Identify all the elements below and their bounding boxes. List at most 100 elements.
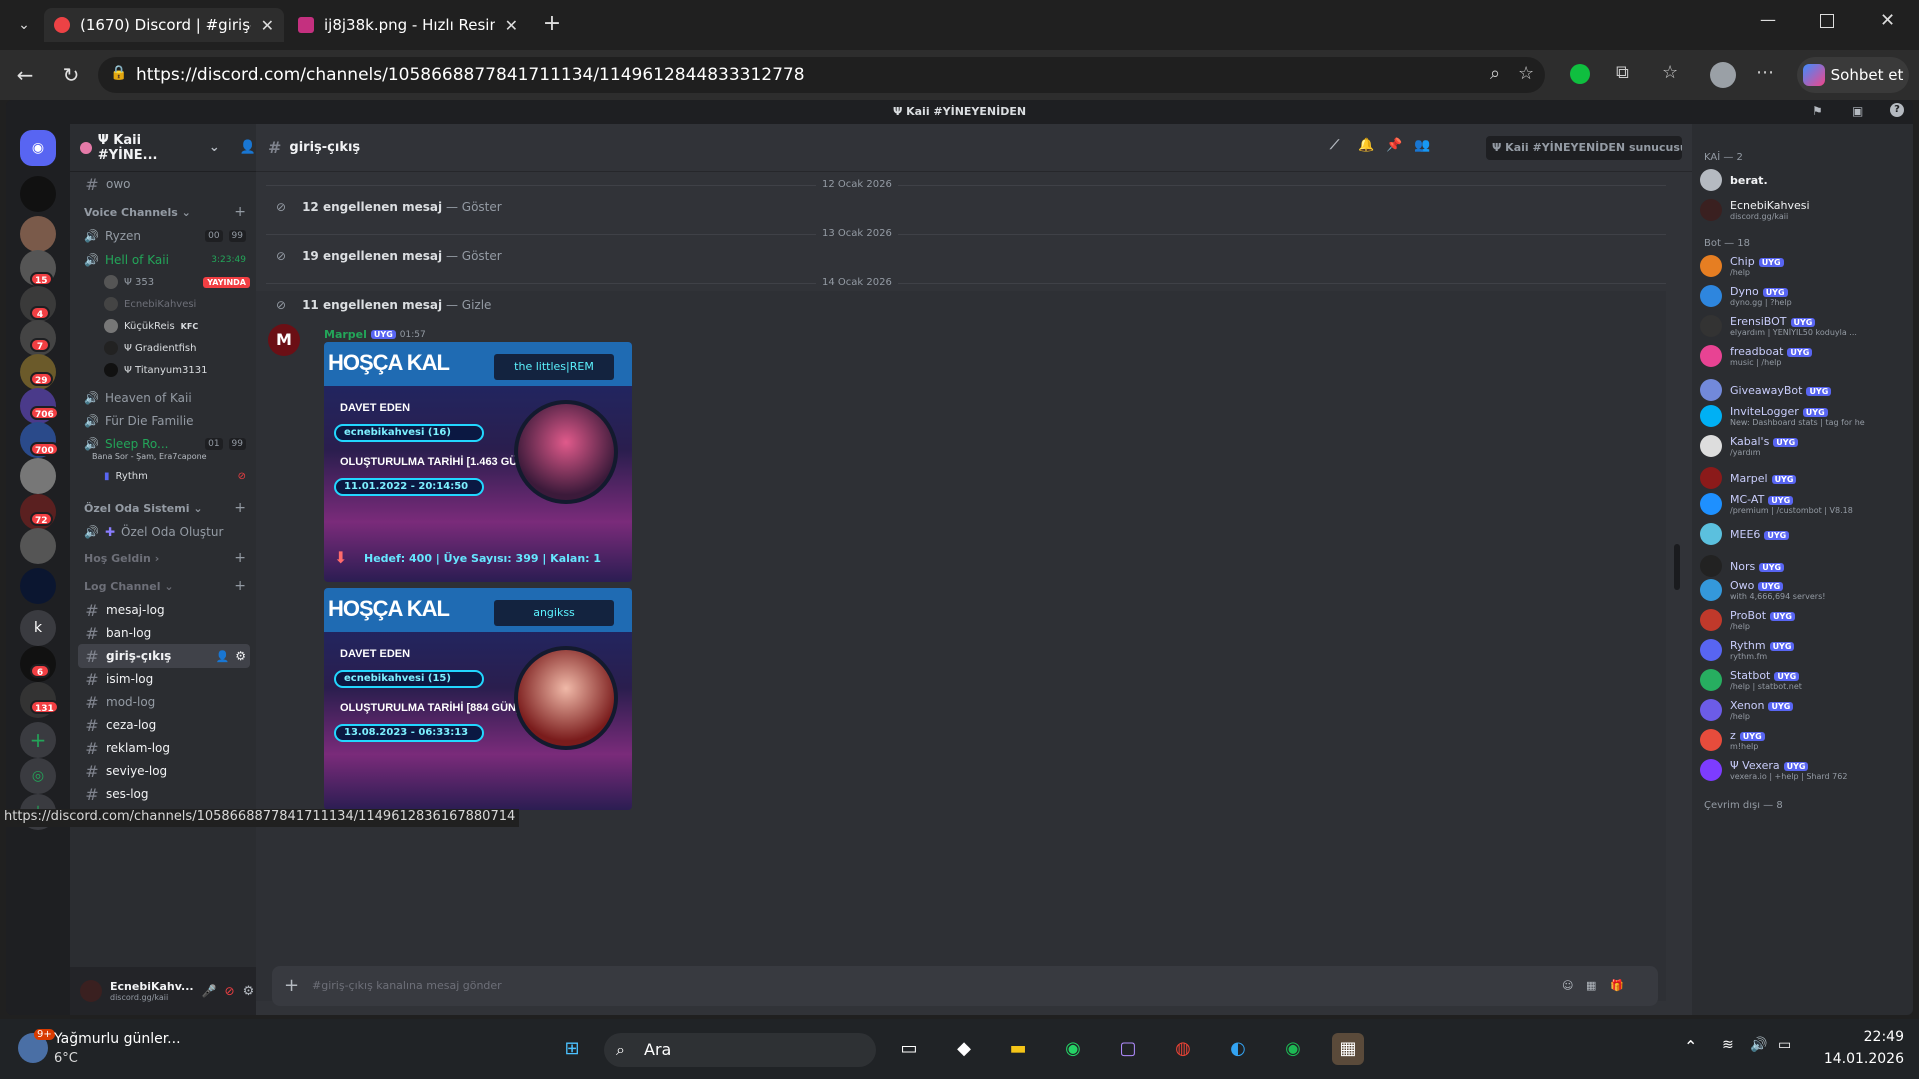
- channel-seviye-log[interactable]: # seviye-log: [78, 759, 250, 783]
- copilot-chat-button[interactable]: Sohbet et: [1797, 57, 1909, 93]
- voice-channel-heaven-of-kaii[interactable]: 🔊 Heaven of Kaii: [78, 386, 250, 410]
- category-voice-channels[interactable]: Voice Channels ⌄: [84, 206, 191, 219]
- channel-giris-cikis[interactable]: # giriş-çıkış 👤 ⚙: [78, 644, 250, 668]
- voice-channel-hell-of-kaii[interactable]: 🔊 Hell of Kaii 3:23:49: [78, 248, 250, 272]
- help-icon[interactable]: ?: [1890, 103, 1904, 117]
- zoom-icon[interactable]: ⌕: [1490, 63, 1500, 84]
- spotify-icon[interactable]: ◉: [1277, 1033, 1309, 1065]
- goodbye-card-image[interactable]: HOŞÇA KAL angikss DAVET EDEN ecnebikahve…: [324, 588, 632, 810]
- file-explorer-icon[interactable]: ▬: [1002, 1033, 1034, 1065]
- tab-image[interactable]: ij8j38k.png - Hızlı Resim ✕: [288, 8, 528, 42]
- channel-ceza-log[interactable]: # ceza-log: [78, 713, 250, 737]
- chrome-icon[interactable]: ◍: [1167, 1033, 1199, 1065]
- minecraft-icon[interactable]: ▦: [1332, 1033, 1364, 1065]
- gift-icon[interactable]: 🎁: [1610, 966, 1624, 1006]
- voice-user[interactable]: Ψ 353 YAYINDA: [78, 270, 250, 294]
- member-item[interactable]: z UYG m!help: [1700, 726, 1905, 754]
- more-menu-icon[interactable]: ⋯: [1756, 62, 1774, 83]
- scrollbar-thumb[interactable]: [1674, 544, 1680, 590]
- whatsapp-icon[interactable]: ◉: [1057, 1033, 1089, 1065]
- user-info[interactable]: EcnebiKahv... discord.gg/kaii: [110, 980, 194, 1002]
- mic-muted-icon[interactable]: 🎤: [202, 984, 217, 998]
- emoji-icon[interactable]: ☺: [1562, 966, 1573, 1006]
- pin-icon[interactable]: 📌: [1386, 138, 1402, 153]
- member-item[interactable]: Chip UYG/help: [1700, 252, 1905, 280]
- copilot-app-icon[interactable]: ◆: [948, 1033, 980, 1065]
- member-item[interactable]: ProBot UYG/help: [1700, 606, 1905, 634]
- member-item[interactable]: Statbot UYG/help | statbot.net: [1700, 666, 1905, 694]
- battery-icon[interactable]: ▭: [1778, 1037, 1791, 1053]
- add-member-icon[interactable]: 👤: [240, 140, 256, 155]
- server-name-header[interactable]: Ψ Kaii #YİNE... ⌄ 👤: [70, 124, 256, 172]
- member-item[interactable]: Kabal's UYG/yardım: [1700, 432, 1905, 460]
- member-item[interactable]: Rythm UYG rythm.fm: [1700, 636, 1905, 664]
- member-list-icon[interactable]: 👥: [1414, 138, 1430, 153]
- member-item[interactable]: Marpel UYG: [1700, 464, 1905, 492]
- headphones-deafened-icon[interactable]: ⊘: [225, 984, 235, 998]
- voice-user[interactable]: EcnebiKahvesi: [78, 292, 250, 316]
- add-channel-plus-icon[interactable]: +: [234, 550, 246, 566]
- member-item[interactable]: freadboat UYG music | /help: [1700, 342, 1905, 370]
- member-item[interactable]: MC-AT UYG/premium | /custombot | V8.18: [1700, 490, 1905, 518]
- edge-icon[interactable]: ◐: [1222, 1033, 1254, 1065]
- add-channel-plus-icon[interactable]: +: [234, 500, 246, 516]
- server-icon[interactable]: [20, 568, 56, 604]
- close-icon[interactable]: ✕: [505, 16, 518, 35]
- profile-avatar[interactable]: [1710, 62, 1736, 88]
- url-input[interactable]: 🔒 https://discord.com/channels/105866887…: [98, 57, 1545, 93]
- threads-icon[interactable]: ⟋: [1330, 138, 1339, 153]
- clock-date[interactable]: 14.01.2026: [1822, 1051, 1904, 1067]
- favorites-icon[interactable]: ☆: [1662, 62, 1678, 83]
- tray-chevron-icon[interactable]: ⌃: [1684, 1037, 1697, 1056]
- new-tab-plus-icon[interactable]: +: [538, 10, 566, 38]
- back-arrow-icon[interactable]: ←: [12, 62, 38, 88]
- member-item[interactable]: EcnebiKahvesi discord.gg/kaii: [1700, 196, 1905, 224]
- member-item[interactable]: ErensiBOT UYG elyardım | YENİYIL50 koduyla…: [1700, 312, 1905, 340]
- server-icon[interactable]: [20, 458, 56, 494]
- voice-user[interactable]: Ψ Titanyum3131: [78, 358, 250, 382]
- gear-icon[interactable]: ⚙: [235, 649, 246, 663]
- voice-user[interactable]: Ψ Gradientfish: [78, 336, 250, 360]
- maximize-icon[interactable]: [1820, 14, 1834, 28]
- sticker-icon[interactable]: ▦: [1586, 966, 1596, 1006]
- add-channel-plus-icon[interactable]: +: [234, 578, 246, 594]
- voice-user[interactable]: ▮ Rythm ⊘: [78, 464, 250, 488]
- channel-owo[interactable]: # owo: [78, 172, 250, 196]
- discord-home-icon[interactable]: ◉: [20, 130, 56, 166]
- voice-channel-fur-die-familie[interactable]: 🔊 Für Die Familie: [78, 409, 250, 433]
- add-server-plus-icon[interactable]: +: [20, 722, 56, 758]
- member-item[interactable]: Ψ Vexera UYG vexera.io | +help | Shard 762: [1700, 756, 1905, 784]
- search-input[interactable]: Ψ Kaii #YİNEYENİDEN sunucusu...: [1486, 136, 1682, 160]
- explore-compass-icon[interactable]: ◎: [20, 758, 56, 794]
- member-item[interactable]: berat.: [1700, 166, 1905, 194]
- voice-user[interactable]: KüçükReis KFC: [78, 314, 250, 338]
- task-view-icon[interactable]: ▭: [893, 1033, 925, 1065]
- category-hos-geldin[interactable]: Hoş Geldin ›: [84, 552, 159, 565]
- channel-reklam-log[interactable]: # reklam-log: [78, 736, 250, 760]
- server-icon[interactable]: [20, 176, 56, 212]
- tab-list-chevron-icon[interactable]: ⌄: [10, 12, 38, 38]
- member-item[interactable]: Dyno UYG dyno.gg | ?help: [1700, 282, 1905, 310]
- show-blocked-link[interactable]: Göster: [462, 249, 502, 263]
- app-icon[interactable]: ▢: [1112, 1033, 1144, 1065]
- weather-title[interactable]: Yağmurlu günler...: [54, 1031, 181, 1047]
- attach-plus-icon[interactable]: +: [284, 966, 299, 1006]
- wifi-icon[interactable]: ≋: [1722, 1037, 1734, 1053]
- voice-channel-ozel-oda[interactable]: 🔊 ✚ Özel Oda Oluştur: [78, 520, 250, 544]
- voice-channel-ryzen[interactable]: 🔊 Ryzen 00 99: [78, 224, 250, 248]
- inbox-icon[interactable]: ▣: [1852, 104, 1863, 118]
- invite-icon[interactable]: 👤: [216, 650, 230, 663]
- window-close-icon[interactable]: ✕: [1880, 10, 1895, 31]
- minimize-icon[interactable]: —: [1760, 10, 1776, 29]
- show-blocked-link[interactable]: Göster: [462, 200, 502, 214]
- member-item[interactable]: InviteLogger UYG New: Dashboard stats | ta…: [1700, 402, 1905, 430]
- extension-icon[interactable]: [1570, 64, 1590, 84]
- volume-icon[interactable]: 🔊: [1750, 1037, 1767, 1053]
- windows-start-icon[interactable]: ⊞: [556, 1033, 588, 1065]
- member-item[interactable]: Owo UYG with 4,666,694 servers!: [1700, 576, 1905, 604]
- avatar[interactable]: [80, 980, 102, 1002]
- server-icon-active[interactable]: [20, 528, 56, 564]
- taskbar-search[interactable]: ⌕ Ara: [604, 1033, 876, 1067]
- clock-time[interactable]: 22:49: [1822, 1029, 1904, 1045]
- goodbye-card-image[interactable]: HOŞÇA KAL the littles|REM DAVET EDEN ecn…: [324, 342, 632, 582]
